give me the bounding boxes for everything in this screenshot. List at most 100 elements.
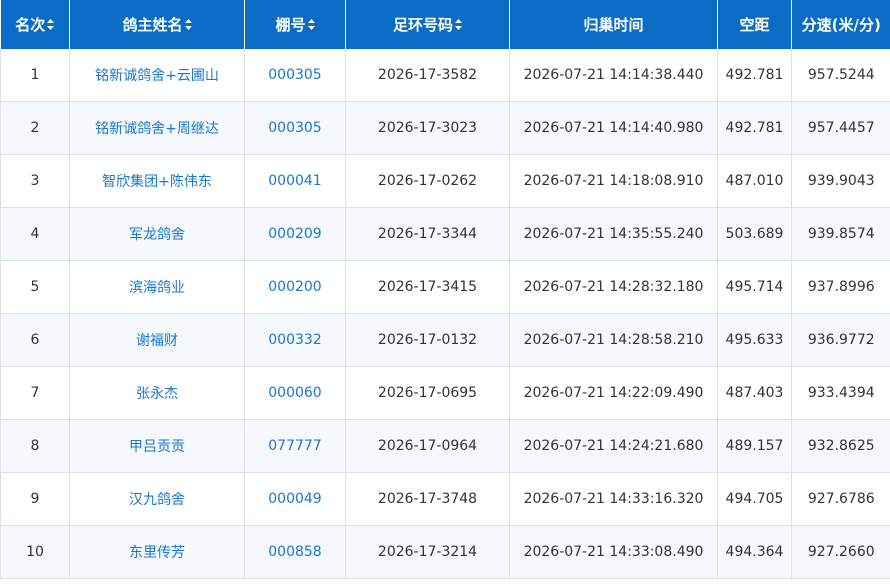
table-body: 1 铭新诚鸽舍+云圃山 000305 2026-17-3582 2026-07-21 1… <box>0 49 890 579</box>
name-cell: 智欣集团+陈伟东 <box>69 154 245 208</box>
distance-cell: 489.157 <box>717 419 792 473</box>
distance-cell: 494.705 <box>717 472 792 526</box>
loft-cell: 077777 <box>244 419 346 473</box>
loft-number-link[interactable]: 000209 <box>268 226 321 242</box>
loft-number-link[interactable]: 000305 <box>268 120 321 136</box>
distance-cell: 492.781 <box>717 49 792 102</box>
speed-cell: 927.6786 <box>791 472 890 526</box>
table-row: 2 铭新诚鸽舍+周继达 000305 2026-17-3023 2026-07-21 1… <box>0 101 890 155</box>
time-cell: 2026-07-21 14:28:32.180 <box>509 260 718 314</box>
column-header-distance-label: 空距 <box>739 16 770 34</box>
table-row: 4 军龙鸽舍 000209 2026-17-3344 2026-07-21 14:35:… <box>0 207 890 261</box>
ring-cell: 2026-17-0262 <box>345 154 510 208</box>
ring-cell: 2026-17-3344 <box>345 207 510 261</box>
loft-number-link[interactable]: 000060 <box>268 385 321 401</box>
column-header-loft-label: 棚号 <box>275 16 306 34</box>
results-table: 名次 鸽主姓名 棚号 足环号码 归巢时间 空距 分速(米/分) 1 铭新诚鸽舍+云… <box>0 0 890 579</box>
table-header: 名次 鸽主姓名 棚号 足环号码 归巢时间 空距 分速(米/分) <box>0 0 890 49</box>
sort-icon[interactable] <box>307 19 315 30</box>
rank-cell: 7 <box>0 366 70 420</box>
rank-cell: 8 <box>0 419 70 473</box>
column-header-time: 归巢时间 <box>509 0 718 49</box>
column-header-distance: 空距 <box>717 0 792 49</box>
owner-name-link[interactable]: 军龙鸽舍 <box>129 227 185 243</box>
table-row: 3 智欣集团+陈伟东 000041 2026-17-0262 2026-07-21 14… <box>0 154 890 208</box>
name-cell: 汉九鸽舍 <box>69 472 245 526</box>
ring-cell: 2026-17-3582 <box>345 49 510 102</box>
loft-number-link[interactable]: 000332 <box>268 332 321 348</box>
owner-name-link[interactable]: 铭新诚鸽舍+云圃山 <box>95 68 219 84</box>
table-row: 5 滨海鸽业 000200 2026-17-3415 2026-07-21 14:28:… <box>0 260 890 314</box>
ring-cell: 2026-17-3748 <box>345 472 510 526</box>
rank-cell: 6 <box>0 313 70 367</box>
owner-name-link[interactable]: 智欣集团+陈伟东 <box>102 174 212 190</box>
loft-number-link[interactable]: 000858 <box>268 544 321 560</box>
speed-cell: 939.9043 <box>791 154 890 208</box>
name-cell: 滨海鸽业 <box>69 260 245 314</box>
loft-number-link[interactable]: 000200 <box>268 279 321 295</box>
distance-cell: 495.714 <box>717 260 792 314</box>
rank-cell: 3 <box>0 154 70 208</box>
sort-icon[interactable] <box>184 19 192 30</box>
column-header-name-label: 鸽主姓名 <box>122 16 183 34</box>
loft-number-link[interactable]: 000041 <box>268 173 321 189</box>
sort-icon[interactable] <box>47 19 55 30</box>
speed-cell: 939.8574 <box>791 207 890 261</box>
ring-cell: 2026-17-3023 <box>345 101 510 155</box>
distance-cell: 492.781 <box>717 101 792 155</box>
column-header-name[interactable]: 鸽主姓名 <box>69 0 245 49</box>
name-cell: 东里传芳 <box>69 525 245 579</box>
column-header-rank-label: 名次 <box>15 16 46 34</box>
loft-cell: 000041 <box>244 154 346 208</box>
owner-name-link[interactable]: 谢福财 <box>136 333 178 349</box>
ring-cell: 2026-17-3415 <box>345 260 510 314</box>
loft-number-link[interactable]: 000305 <box>268 67 321 83</box>
ring-cell: 2026-17-0964 <box>345 419 510 473</box>
loft-cell: 000049 <box>244 472 346 526</box>
header-row: 名次 鸽主姓名 棚号 足环号码 归巢时间 空距 分速(米/分) <box>0 0 890 49</box>
rank-cell: 1 <box>0 49 70 102</box>
time-cell: 2026-07-21 14:33:16.320 <box>509 472 718 526</box>
distance-cell: 494.364 <box>717 525 792 579</box>
speed-cell: 937.8996 <box>791 260 890 314</box>
ring-cell: 2026-17-0132 <box>345 313 510 367</box>
loft-cell: 000332 <box>244 313 346 367</box>
speed-cell: 936.9772 <box>791 313 890 367</box>
name-cell: 铭新诚鸽舍+周继达 <box>69 101 245 155</box>
column-header-ring[interactable]: 足环号码 <box>345 0 510 49</box>
rank-cell: 5 <box>0 260 70 314</box>
owner-name-link[interactable]: 东里传芳 <box>129 545 185 561</box>
table-row: 9 汉九鸽舍 000049 2026-17-3748 2026-07-21 14:33:… <box>0 472 890 526</box>
loft-cell: 000305 <box>244 49 346 102</box>
sort-icon[interactable] <box>455 19 462 30</box>
loft-cell: 000209 <box>244 207 346 261</box>
speed-cell: 957.5244 <box>791 49 890 102</box>
rank-cell: 2 <box>0 101 70 155</box>
speed-cell: 957.4457 <box>791 101 890 155</box>
name-cell: 谢福财 <box>69 313 245 367</box>
table-row: 7 张永杰 000060 2026-17-0695 2026-07-21 14:22:0… <box>0 366 890 420</box>
column-header-speed-label: 分速(米/分) <box>801 16 881 34</box>
loft-cell: 000200 <box>244 260 346 314</box>
owner-name-link[interactable]: 张永杰 <box>136 386 178 402</box>
loft-number-link[interactable]: 077777 <box>268 438 321 454</box>
owner-name-link[interactable]: 汉九鸽舍 <box>129 492 185 508</box>
column-header-rank[interactable]: 名次 <box>0 0 70 49</box>
name-cell: 甲吕贡贡 <box>69 419 245 473</box>
owner-name-link[interactable]: 甲吕贡贡 <box>129 439 185 455</box>
time-cell: 2026-07-21 14:14:40.980 <box>509 101 718 155</box>
time-cell: 2026-07-21 14:14:38.440 <box>509 49 718 102</box>
ring-cell: 2026-17-0695 <box>345 366 510 420</box>
column-header-loft[interactable]: 棚号 <box>244 0 346 49</box>
column-header-time-label: 归巢时间 <box>583 16 644 34</box>
time-cell: 2026-07-21 14:28:58.210 <box>509 313 718 367</box>
column-header-ring-label: 足环号码 <box>392 16 453 34</box>
time-cell: 2026-07-21 14:22:09.490 <box>509 366 718 420</box>
owner-name-link[interactable]: 滨海鸽业 <box>129 280 185 296</box>
loft-cell: 000305 <box>244 101 346 155</box>
loft-number-link[interactable]: 000049 <box>268 491 321 507</box>
owner-name-link[interactable]: 铭新诚鸽舍+周继达 <box>95 121 219 137</box>
time-cell: 2026-07-21 14:18:08.910 <box>509 154 718 208</box>
name-cell: 张永杰 <box>69 366 245 420</box>
loft-cell: 000060 <box>244 366 346 420</box>
